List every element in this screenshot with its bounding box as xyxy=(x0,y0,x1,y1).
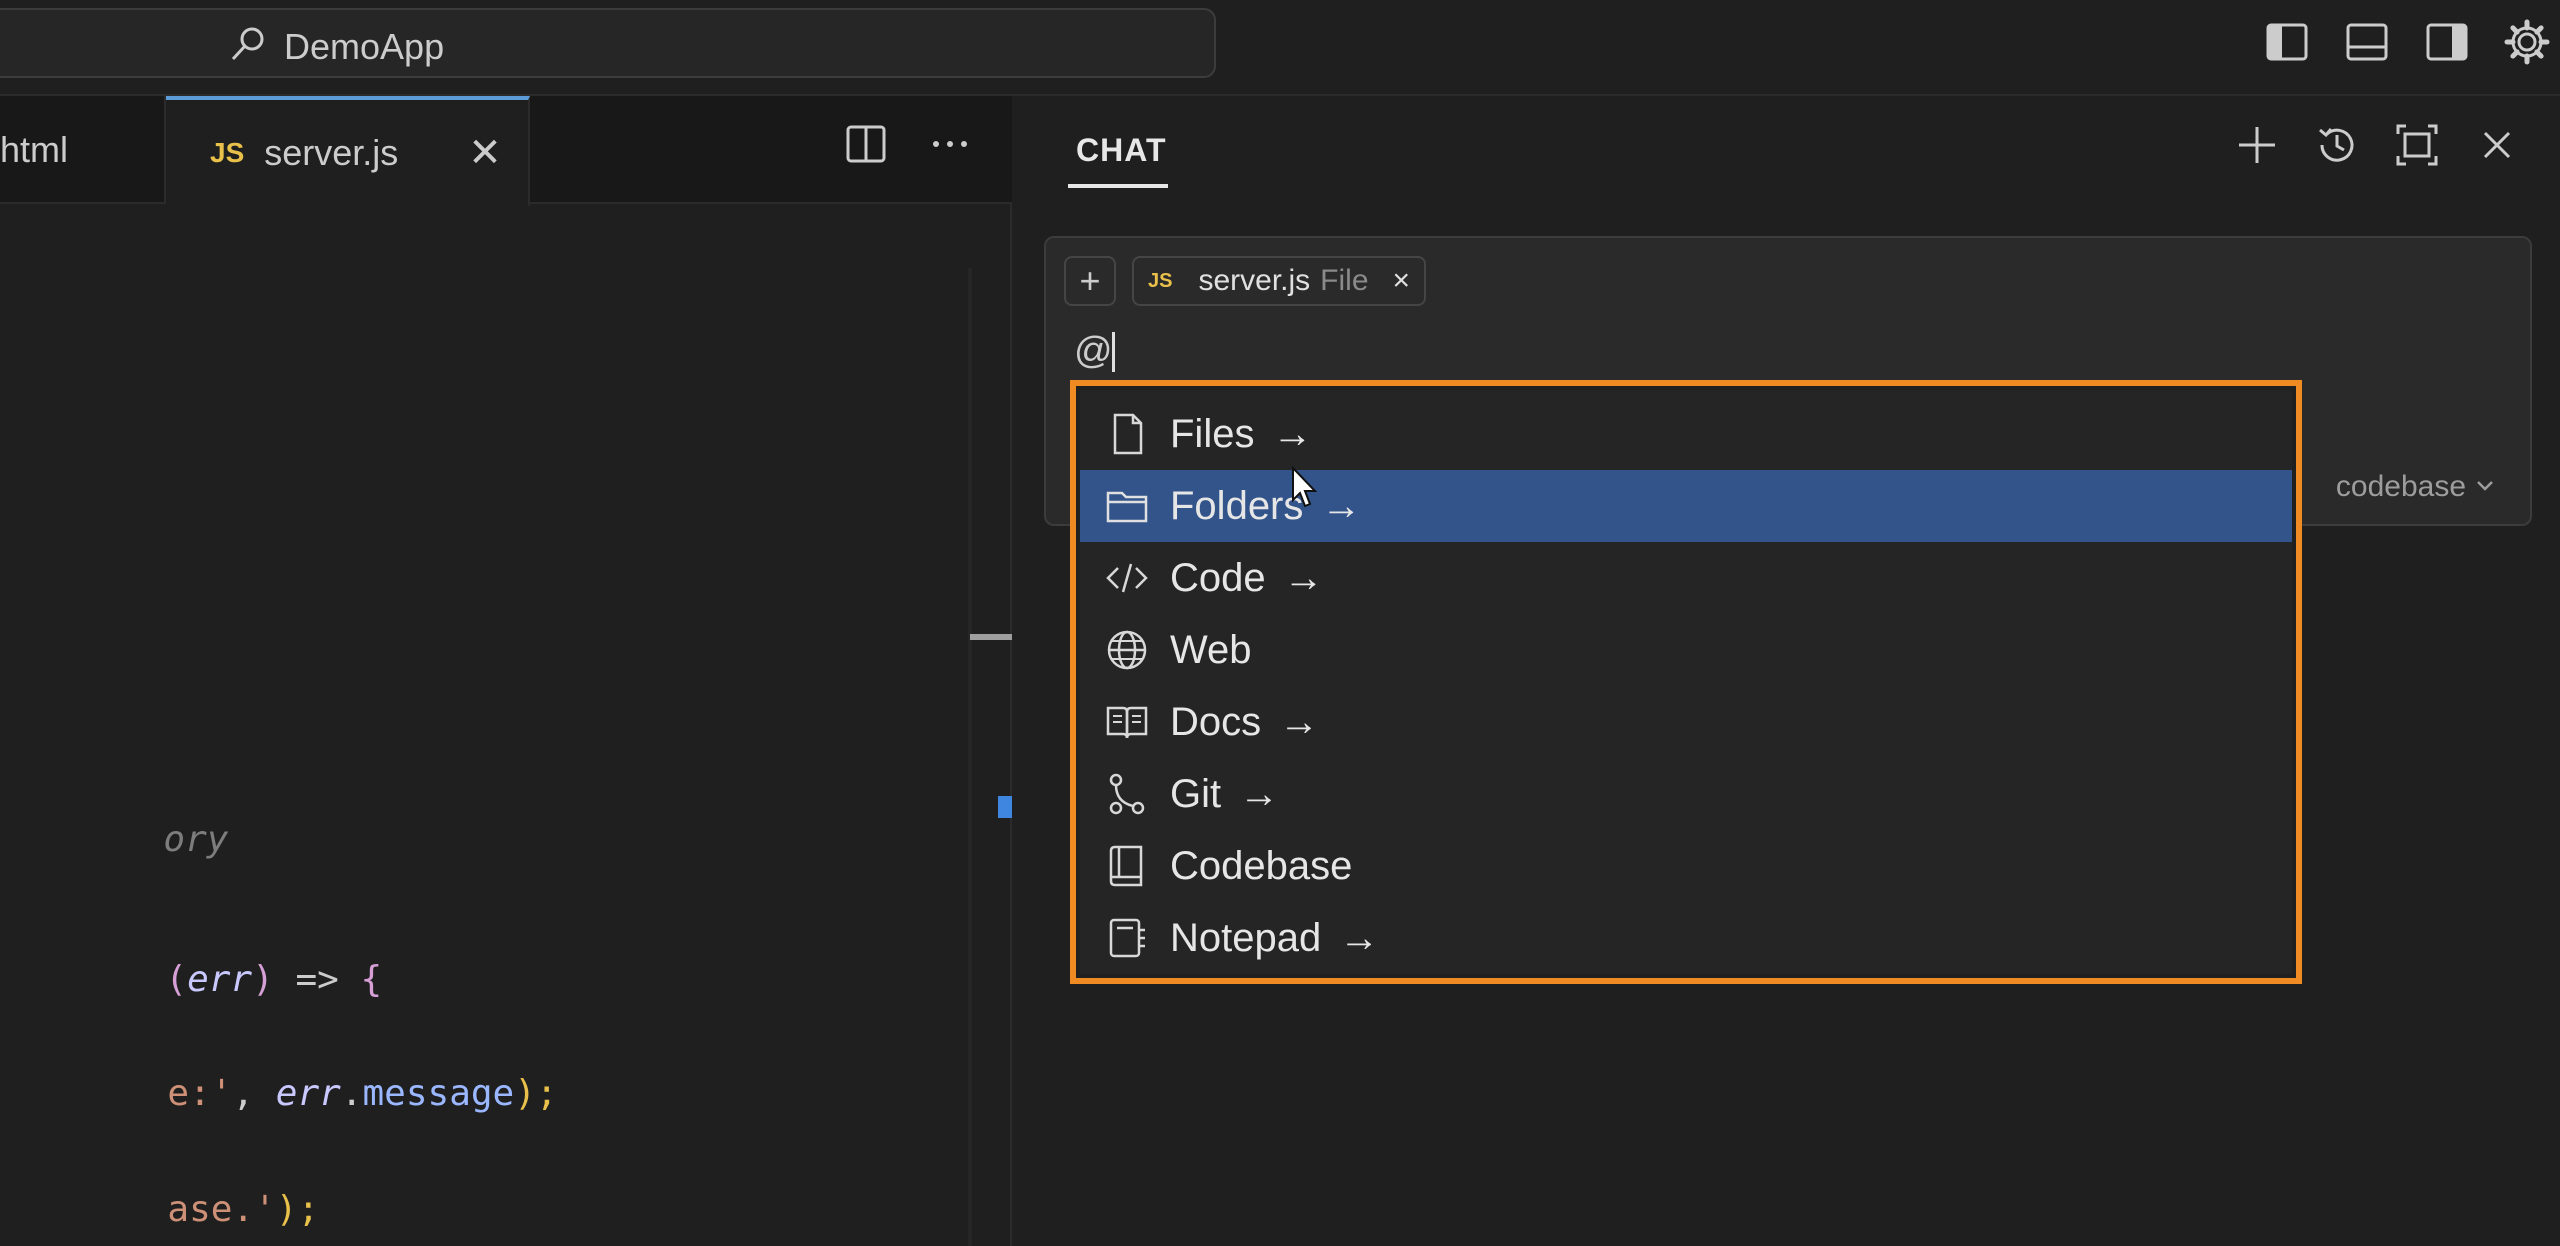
layout-controls xyxy=(2264,18,2560,66)
tab-label: server.js xyxy=(264,132,399,173)
menu-item-docs[interactable]: Docs → xyxy=(1080,686,2292,758)
code-token: message xyxy=(362,1073,515,1114)
code-token: { xyxy=(360,959,383,1000)
arrow-right-icon: → xyxy=(1283,555,1324,600)
repo-icon xyxy=(1104,843,1150,889)
close-tab-icon[interactable]: ✕ xyxy=(468,130,502,176)
code-token: => xyxy=(273,959,361,1000)
js-file-icon: JS xyxy=(210,137,245,168)
menu-item-label: Files xyxy=(1170,411,1255,456)
code-icon xyxy=(1104,555,1150,601)
menu-item-label: Folders xyxy=(1170,483,1304,528)
arrow-right-icon: → xyxy=(1321,483,1362,528)
menu-item-label: Code xyxy=(1170,555,1266,600)
codebase-label: codebase xyxy=(2335,470,2466,503)
editor-actions xyxy=(844,122,972,171)
code-comment: ory xyxy=(163,819,229,860)
chat-actions xyxy=(2234,122,2520,168)
window-title: DemoApp xyxy=(284,26,445,67)
editor-scrollbar[interactable] xyxy=(968,268,972,1246)
editor-area: html JS server.js ✕ ory (err) => {e:', … xyxy=(0,96,1012,1246)
chip-file-name: server.js xyxy=(1198,264,1311,297)
menu-item-code[interactable]: Code → xyxy=(1080,542,2292,614)
git-branch-icon xyxy=(1104,771,1150,817)
maximize-icon[interactable] xyxy=(2394,122,2440,168)
toggle-primary-sidebar-icon[interactable] xyxy=(2264,19,2310,65)
code-token: e:' xyxy=(167,1073,233,1114)
add-context-button[interactable]: + xyxy=(1064,256,1116,306)
code-token: . xyxy=(340,1073,363,1114)
code-line: ory xyxy=(0,778,228,901)
menu-item-web[interactable]: Web xyxy=(1080,614,2292,686)
editor-tabs: html JS server.js ✕ xyxy=(0,96,1012,206)
search-icon xyxy=(228,24,268,64)
notepad-icon xyxy=(1104,915,1150,961)
chat-header: CHAT xyxy=(1014,96,2560,204)
tab-html-file[interactable]: html xyxy=(0,96,166,204)
menu-item-label: Git xyxy=(1170,771,1222,816)
menu-item-label: Docs xyxy=(1170,699,1262,744)
code-token: err xyxy=(275,1073,341,1114)
menu-item-label: Notepad xyxy=(1170,915,1322,960)
folder-icon xyxy=(1104,483,1150,529)
chevron-down-icon xyxy=(2474,470,2496,504)
settings-gear-icon[interactable] xyxy=(2504,19,2550,65)
code-token: ( xyxy=(165,959,188,1000)
js-file-icon: JS xyxy=(1148,269,1173,292)
tab-server-js[interactable]: JS server.js ✕ xyxy=(166,96,530,206)
remove-chip-icon[interactable]: × xyxy=(1393,264,1411,298)
chat-title-tab[interactable]: CHAT xyxy=(1076,132,1167,169)
chat-input-text[interactable]: @ xyxy=(1074,330,1113,373)
mouse-pointer-icon xyxy=(1288,465,1318,512)
file-icon xyxy=(1104,411,1150,457)
code-line: (err) => { xyxy=(0,918,382,1041)
code-token: ); xyxy=(514,1073,558,1114)
code-line: ase.'); xyxy=(0,1148,319,1246)
scrollbar-marker xyxy=(998,796,1012,818)
title-bar: DemoApp xyxy=(0,0,2560,96)
toggle-panel-icon[interactable] xyxy=(2344,19,2390,65)
menu-item-notepad[interactable]: Notepad → xyxy=(1080,902,2292,974)
active-tab-indicator xyxy=(1068,184,1168,188)
history-icon[interactable] xyxy=(2314,122,2360,168)
arrow-right-icon: → xyxy=(1239,771,1280,816)
context-file-chip[interactable]: JS server.js File × xyxy=(1132,256,1427,306)
more-actions-icon[interactable] xyxy=(928,122,972,171)
globe-icon xyxy=(1104,627,1150,673)
menu-item-label: Web xyxy=(1170,627,1252,672)
code-editor[interactable]: ory (err) => { e:', err.message); ase.')… xyxy=(0,206,980,1246)
chip-file-kind: File xyxy=(1320,264,1369,297)
code-token: err xyxy=(187,959,253,1000)
split-editor-icon[interactable] xyxy=(844,122,888,171)
codebase-selector[interactable]: codebase xyxy=(2336,470,2496,504)
mention-dropdown: Files → Folders → Code → Web Docs → Git … xyxy=(1070,380,2302,984)
command-center-search[interactable]: DemoApp xyxy=(0,8,1216,78)
code-token: , xyxy=(232,1073,276,1114)
code-token: ) xyxy=(252,959,274,1000)
menu-item-label: Codebase xyxy=(1170,843,1353,888)
app-window: DemoApp html JS server.js ✕ ory (err) =>… xyxy=(0,0,2560,1246)
menu-item-git[interactable]: Git → xyxy=(1080,758,2292,830)
arrow-right-icon: → xyxy=(1279,699,1320,744)
code-token: ); xyxy=(275,1189,320,1230)
menu-item-files[interactable]: Files → xyxy=(1080,398,2292,470)
book-icon xyxy=(1104,699,1150,745)
arrow-right-icon: → xyxy=(1339,915,1380,960)
arrow-right-icon: → xyxy=(1272,411,1313,456)
toggle-secondary-sidebar-icon[interactable] xyxy=(2424,19,2470,65)
menu-item-codebase[interactable]: Codebase xyxy=(1080,830,2292,902)
tab-label: html xyxy=(0,129,69,170)
code-line: e:', err.message); xyxy=(0,1032,558,1155)
scrollbar-thumb[interactable] xyxy=(970,634,1012,640)
menu-item-folders[interactable]: Folders → xyxy=(1080,470,2292,542)
mention-menu: Files → Folders → Code → Web Docs → Git … xyxy=(1080,390,2292,974)
close-icon[interactable] xyxy=(2474,122,2520,168)
code-token: ase.' xyxy=(167,1189,276,1230)
new-chat-icon[interactable] xyxy=(2234,122,2280,168)
text-caret xyxy=(1112,332,1115,372)
